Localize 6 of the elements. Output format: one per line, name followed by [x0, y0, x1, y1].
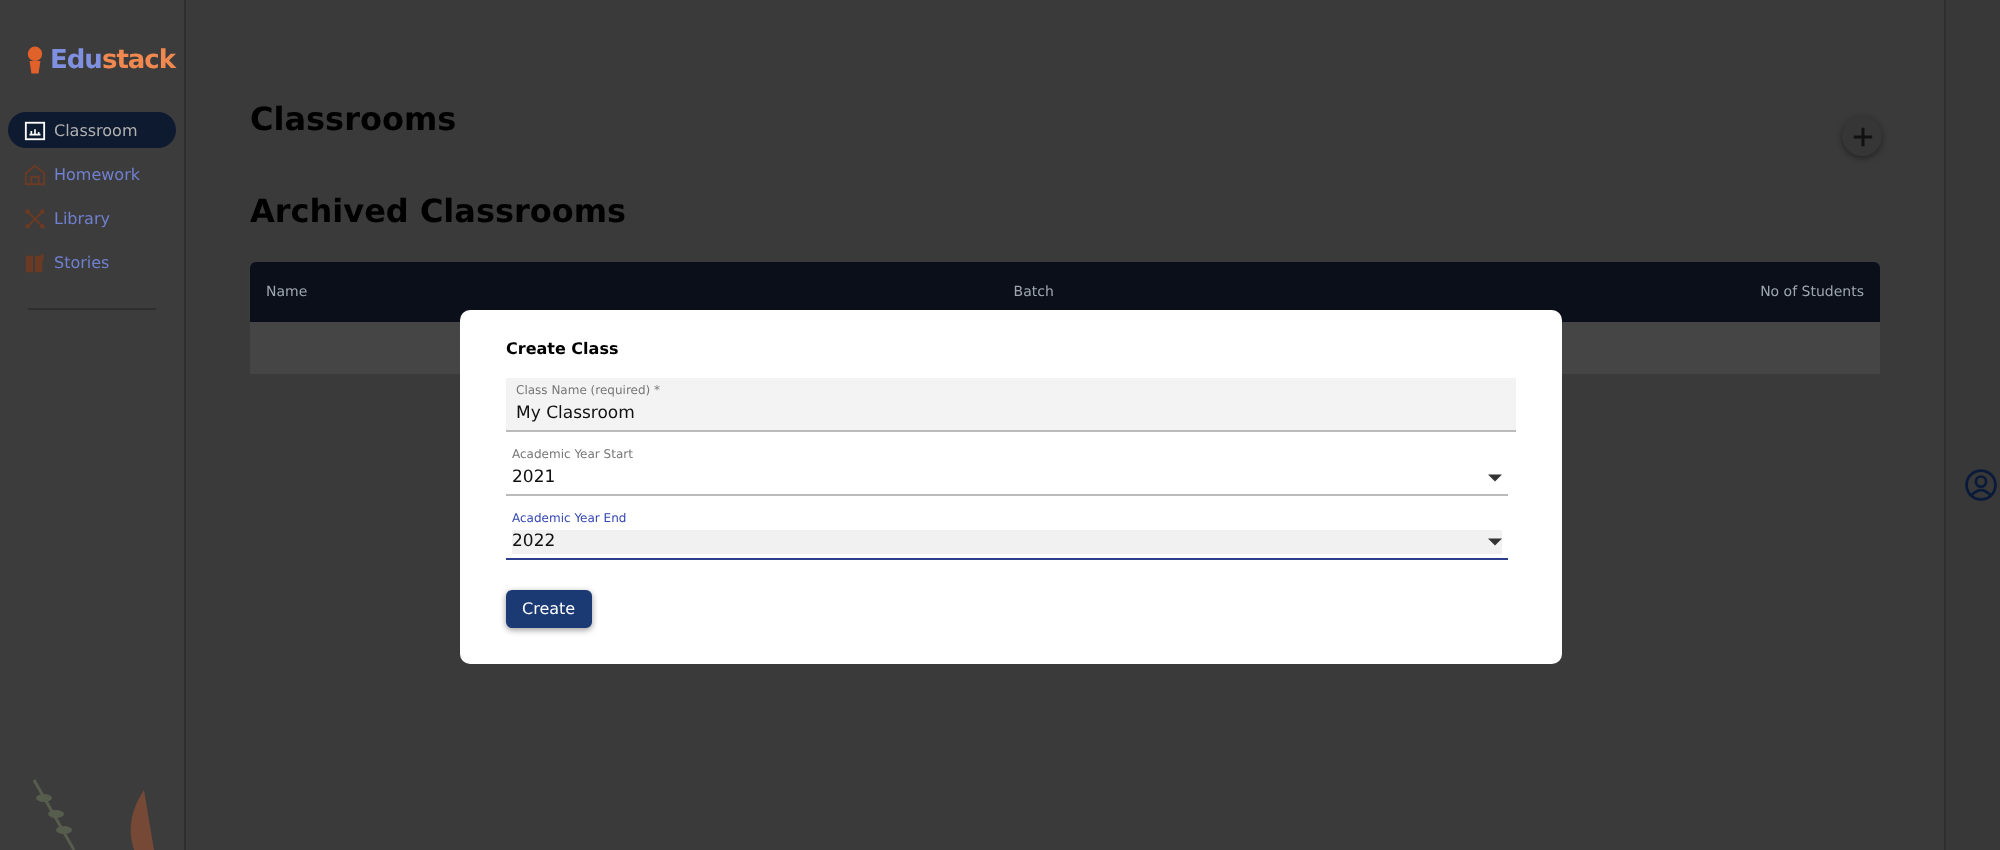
- dialog-title: Create Class: [506, 340, 621, 358]
- create-button[interactable]: Create: [506, 590, 592, 628]
- sidebar-item[interactable]: Classroom: [8, 112, 176, 148]
- logo-text: Edustack: [50, 45, 176, 75]
- section-title: Archived Classrooms: [250, 192, 629, 230]
- page-title: Classrooms: [250, 99, 457, 137]
